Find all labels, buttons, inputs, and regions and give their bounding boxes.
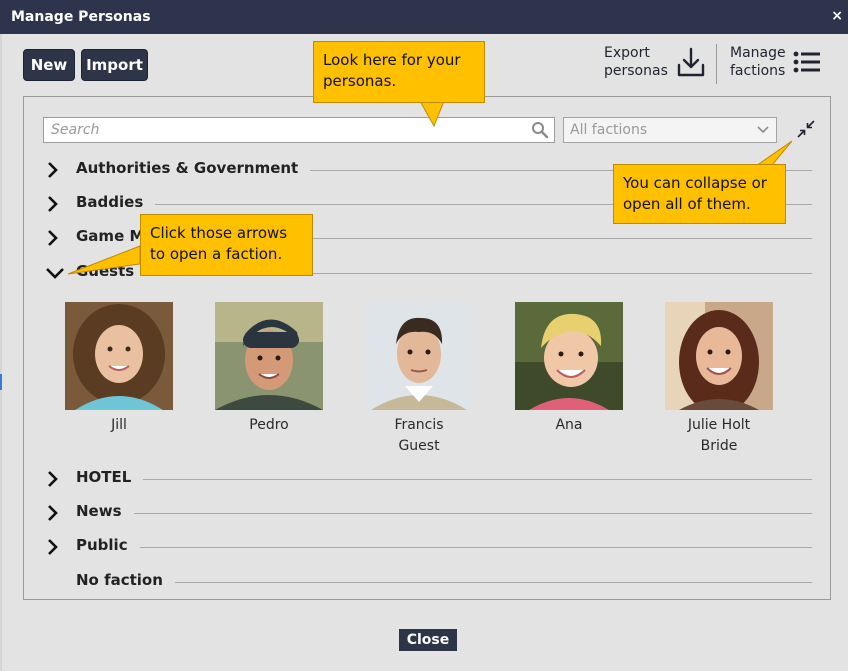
chevron-right-icon[interactable] (45, 504, 61, 522)
chevron-right-icon[interactable] (45, 161, 61, 179)
persona-avatar (365, 302, 473, 410)
persona-name: Francis (394, 417, 444, 433)
persona-subtitle: Bride (700, 438, 738, 454)
persona-name: Ana (555, 417, 583, 433)
collapse-all-icon[interactable] (795, 118, 817, 140)
persona-avatar (665, 302, 773, 410)
list-icon (793, 51, 820, 73)
faction-row[interactable]: No faction (43, 570, 812, 594)
callout-pointer (419, 100, 445, 128)
persona-card[interactable]: Francis Guest (359, 302, 479, 456)
search-placeholder: Search (51, 122, 100, 138)
close-button[interactable]: Close (399, 629, 457, 651)
faction-divider (76, 582, 812, 583)
persona-card[interactable]: Pedro (209, 302, 329, 436)
chevron-down-icon (757, 126, 769, 134)
faction-divider (76, 547, 812, 548)
new-button[interactable]: New (23, 49, 75, 81)
persona-card[interactable]: Julie Holt Bride (659, 302, 779, 456)
chevron-right-icon[interactable] (45, 538, 61, 556)
export-personas-label: Export personas (604, 45, 668, 79)
faction-divider (76, 513, 812, 514)
persona-avatar (515, 302, 623, 410)
faction-name: Baddies (76, 193, 156, 211)
manage-factions-button[interactable]: Manage factions (730, 44, 822, 80)
collapse-hint-callout: You can collapse or open all of them. (613, 164, 786, 224)
search-icon (532, 122, 549, 139)
faction-name: Public (76, 536, 140, 554)
persona-name: Pedro (249, 417, 289, 433)
faction-name: HOTEL (76, 468, 144, 486)
window-title: Manage Personas (11, 9, 151, 25)
faction-row[interactable]: Public (43, 535, 812, 559)
persona-name: Julie Holt (687, 417, 751, 433)
title-bar: Manage Personas × (0, 0, 848, 34)
faction-row[interactable]: HOTEL (43, 467, 812, 491)
persona-name: Jill (111, 417, 127, 433)
arrows-hint-callout: Click those arrows to open a faction. (140, 214, 313, 276)
faction-filter-value: All factions (570, 122, 648, 138)
search-input[interactable]: Search (43, 117, 555, 143)
manage-factions-label: Manage factions (730, 45, 786, 79)
window-left-edge (0, 34, 2, 671)
toolbar-divider (716, 44, 717, 84)
download-icon (677, 47, 705, 77)
persona-card[interactable]: Ana (509, 302, 629, 436)
faction-name: No faction (76, 571, 175, 589)
export-personas-button[interactable]: Export personas (604, 44, 706, 80)
persona-avatar (215, 302, 323, 410)
persona-avatar (65, 302, 173, 410)
faction-name: News (76, 502, 134, 520)
faction-name: Authorities & Government (76, 159, 311, 177)
personas-hint-callout: Look here for your personas. (313, 41, 485, 103)
faction-row[interactable]: News (43, 501, 812, 525)
chevron-right-icon[interactable] (45, 229, 61, 247)
chevron-right-icon[interactable] (45, 195, 61, 213)
close-window-icon[interactable]: × (831, 8, 843, 24)
import-button[interactable]: Import (81, 49, 148, 81)
persona-subtitle: Guest (398, 438, 440, 454)
chevron-right-icon[interactable] (45, 470, 61, 488)
window-edge-accent (0, 374, 2, 390)
persona-card[interactable]: Jill (59, 302, 179, 436)
faction-divider (76, 479, 812, 480)
